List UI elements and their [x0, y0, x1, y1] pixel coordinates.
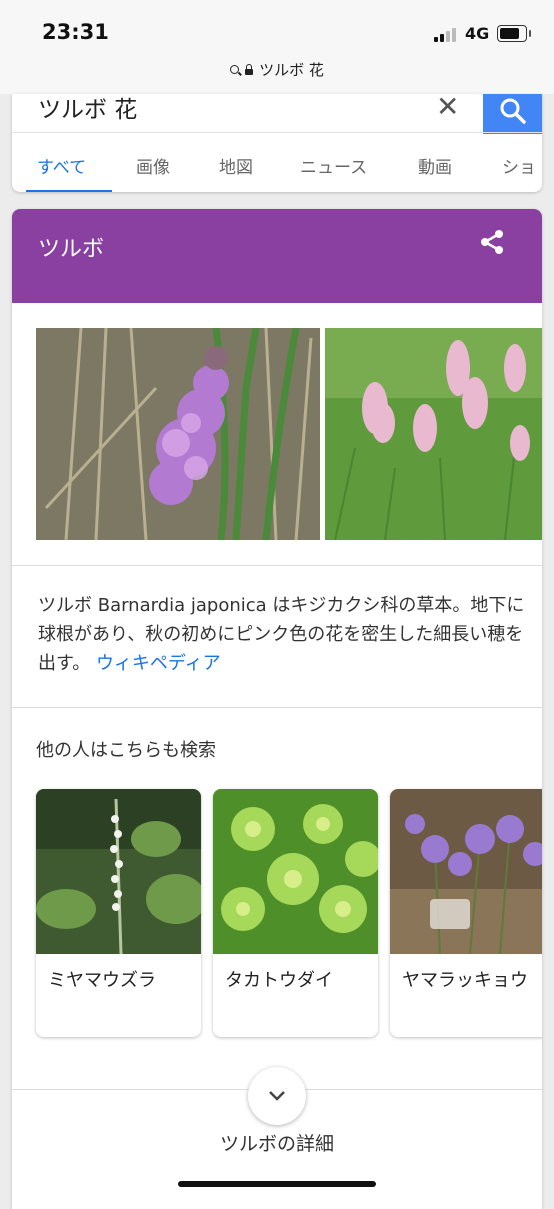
- divider: [12, 565, 542, 566]
- share-icon[interactable]: [478, 228, 506, 256]
- related-label: ミヤマウズラ: [48, 970, 156, 991]
- signal-icon: [434, 26, 460, 42]
- tab-maps[interactable]: 地図: [219, 153, 253, 178]
- address-bar[interactable]: ツルボ 花: [0, 56, 554, 94]
- related-label: タカトウダイ: [225, 970, 333, 991]
- battery-icon: [497, 25, 531, 42]
- related-label: ヤマラッキョウ: [402, 970, 528, 991]
- knowledge-panel-description: ツルボ Barnardia japonica はキジカクシ科の草本。地下に球根が…: [38, 591, 528, 678]
- home-indicator[interactable]: [178, 1181, 376, 1187]
- search-icon: [230, 65, 240, 74]
- clear-icon[interactable]: ✕: [436, 94, 459, 123]
- chevron-down-icon: [269, 1091, 285, 1101]
- search-card: ツルボ 花 ✕ すべて 画像 地図 ニュース 動画 ショ: [12, 94, 542, 192]
- related-card[interactable]: タカトウダイ: [213, 789, 378, 1037]
- search-tabs: すべて 画像 地図 ニュース 動画 ショ: [12, 132, 542, 192]
- network-type: 4G: [465, 24, 490, 43]
- tab-images[interactable]: 画像: [136, 153, 170, 178]
- tab-shopping[interactable]: ショ: [502, 153, 536, 178]
- related-card[interactable]: ミヤマウズラ: [36, 789, 201, 1037]
- active-tab-indicator: [26, 190, 112, 192]
- plant-photo-1[interactable]: [36, 328, 320, 540]
- search-button[interactable]: [483, 94, 542, 134]
- status-bar: 23:31 4G: [0, 0, 554, 56]
- people-also-search-title: 他の人はこちらも検索: [36, 740, 216, 761]
- knowledge-panel: ツルボ ツルボ Barnardia japonica はキジカクシ科の草本。地下…: [12, 209, 542, 1209]
- more-about-link[interactable]: ツルボの詳細: [12, 1129, 542, 1156]
- url-text: ツルボ 花: [259, 61, 324, 79]
- expand-button[interactable]: [248, 1067, 306, 1125]
- tab-news[interactable]: ニュース: [300, 153, 367, 178]
- knowledge-panel-header: ツルボ: [12, 209, 542, 303]
- lock-icon: [245, 63, 254, 75]
- search-icon: [500, 98, 526, 124]
- plant-photo-2[interactable]: [325, 328, 542, 540]
- divider: [12, 707, 542, 708]
- related-image-takatoudai: [213, 789, 378, 954]
- wikipedia-link[interactable]: ウィキペディア: [96, 653, 221, 674]
- related-card[interactable]: ヤマラッキョウ: [390, 789, 542, 1037]
- related-image-yamarakkyou: [390, 789, 542, 954]
- related-image-miyamauzura: [36, 789, 201, 954]
- search-input[interactable]: ツルボ 花: [38, 94, 137, 124]
- tab-videos[interactable]: 動画: [418, 153, 452, 178]
- tab-all[interactable]: すべて: [37, 153, 86, 178]
- status-time: 23:31: [42, 20, 109, 44]
- knowledge-panel-title: ツルボ: [38, 237, 105, 262]
